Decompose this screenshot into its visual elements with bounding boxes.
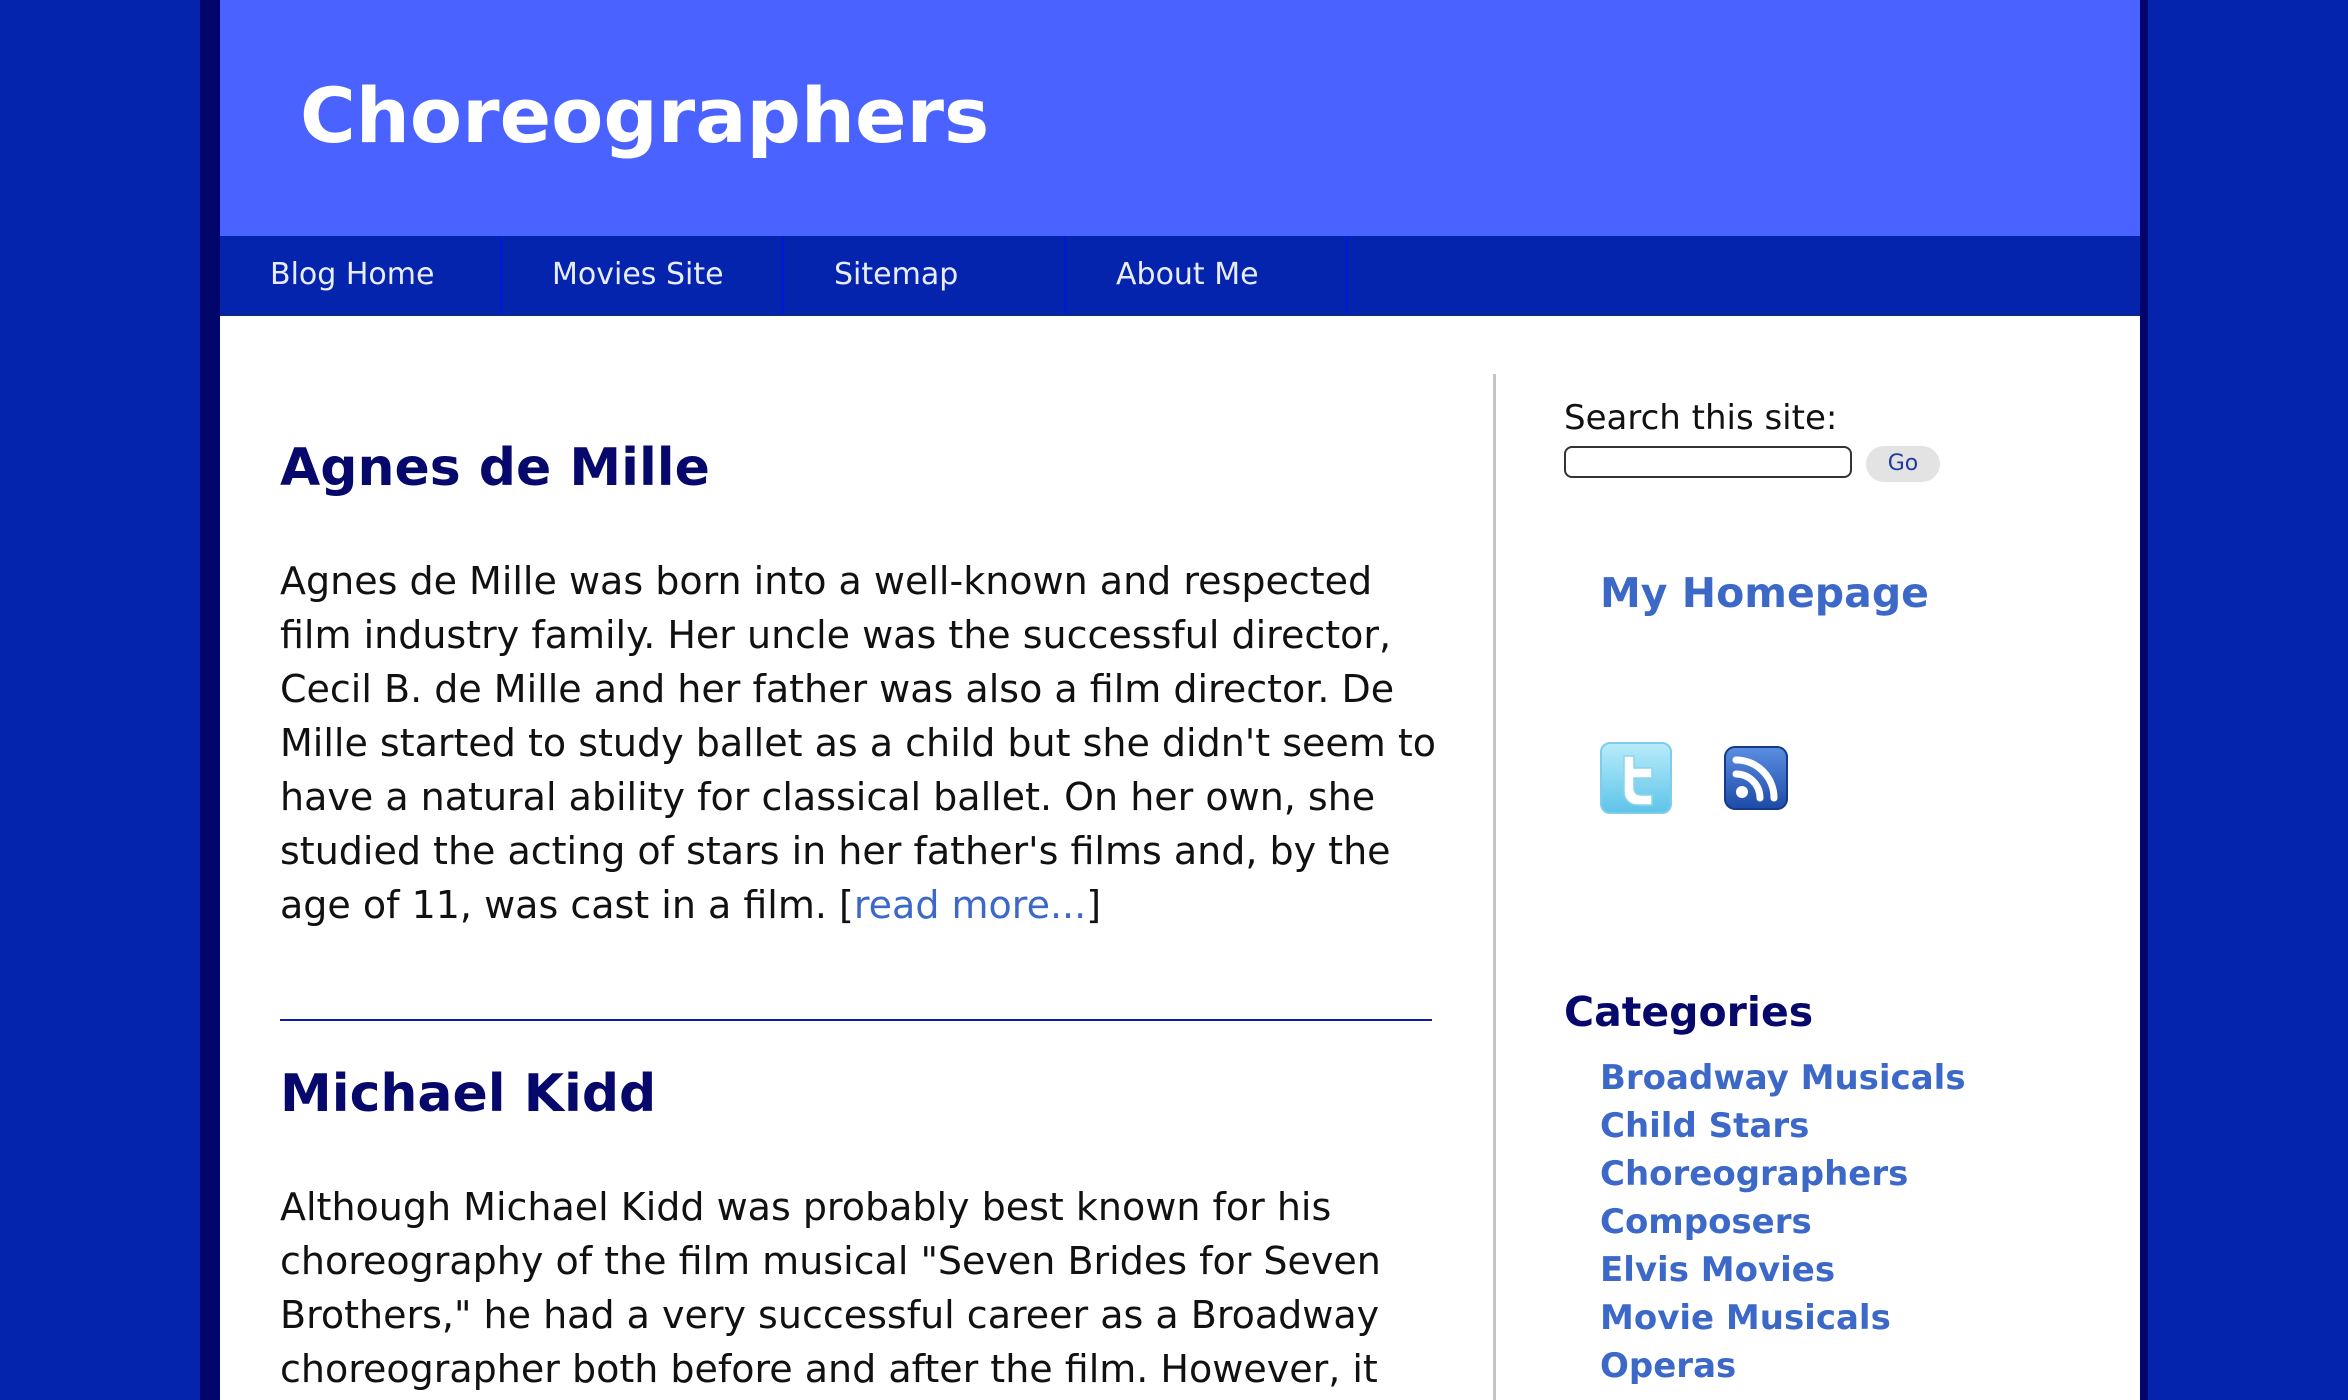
post-title[interactable]: Agnes de Mille	[280, 442, 710, 494]
twitter-icon[interactable]	[1600, 742, 1672, 814]
category-link[interactable]: Choreographers	[1600, 1150, 1966, 1198]
nav-sitemap[interactable]: Sitemap	[784, 236, 1066, 314]
sidebar-divider	[1493, 374, 1496, 1400]
site-title[interactable]: Choreographers	[300, 78, 989, 154]
read-more-bracket: ]	[1086, 883, 1102, 927]
post-excerpt: Although Michael Kidd was probably best …	[280, 1185, 1381, 1391]
search-label: Search this site:	[1564, 398, 1838, 438]
nav-blog-home-label[interactable]: Blog Home	[270, 236, 434, 314]
page: Choreographers Blog Home Movies Site Sit…	[220, 0, 2140, 1400]
category-link[interactable]: Broadway Musicals	[1600, 1054, 1966, 1102]
nav-about-me[interactable]: About Me	[1066, 236, 1348, 314]
category-link[interactable]: Elvis Movies	[1600, 1246, 1966, 1294]
post-divider	[280, 1019, 1432, 1021]
categories-list: Broadway Musicals Child Stars Choreograp…	[1600, 1054, 1966, 1390]
post-excerpt-text: Agnes de Mille was born into a well-know…	[280, 559, 1437, 927]
category-link[interactable]: Composers	[1600, 1198, 1966, 1246]
nav-about-me-label[interactable]: About Me	[1116, 236, 1259, 314]
read-more-link[interactable]: read more...	[854, 883, 1086, 927]
main-nav: Blog Home Movies Site Sitemap About Me	[220, 236, 2140, 316]
site-header: Choreographers	[220, 0, 2140, 236]
page-frame: Choreographers Blog Home Movies Site Sit…	[200, 0, 2148, 1400]
categories-heading: Categories	[1564, 988, 1814, 1036]
rss-icon[interactable]	[1724, 746, 1788, 810]
category-link[interactable]: Operas	[1600, 1342, 1966, 1390]
search-input[interactable]	[1564, 446, 1852, 478]
category-link[interactable]: Child Stars	[1600, 1102, 1966, 1150]
category-link[interactable]: Movie Musicals	[1600, 1294, 1966, 1342]
nav-blog-home[interactable]: Blog Home	[220, 236, 502, 314]
nav-movies-site-label[interactable]: Movies Site	[552, 236, 724, 314]
nav-sitemap-label[interactable]: Sitemap	[834, 236, 958, 314]
my-homepage-link[interactable]: My Homepage	[1600, 569, 1929, 617]
post-title[interactable]: Michael Kidd	[280, 1068, 656, 1120]
post-excerpt: Agnes de Mille was born into a well-know…	[280, 554, 1440, 932]
search-go-button[interactable]: Go	[1866, 446, 1940, 482]
nav-movies-site[interactable]: Movies Site	[502, 236, 784, 314]
